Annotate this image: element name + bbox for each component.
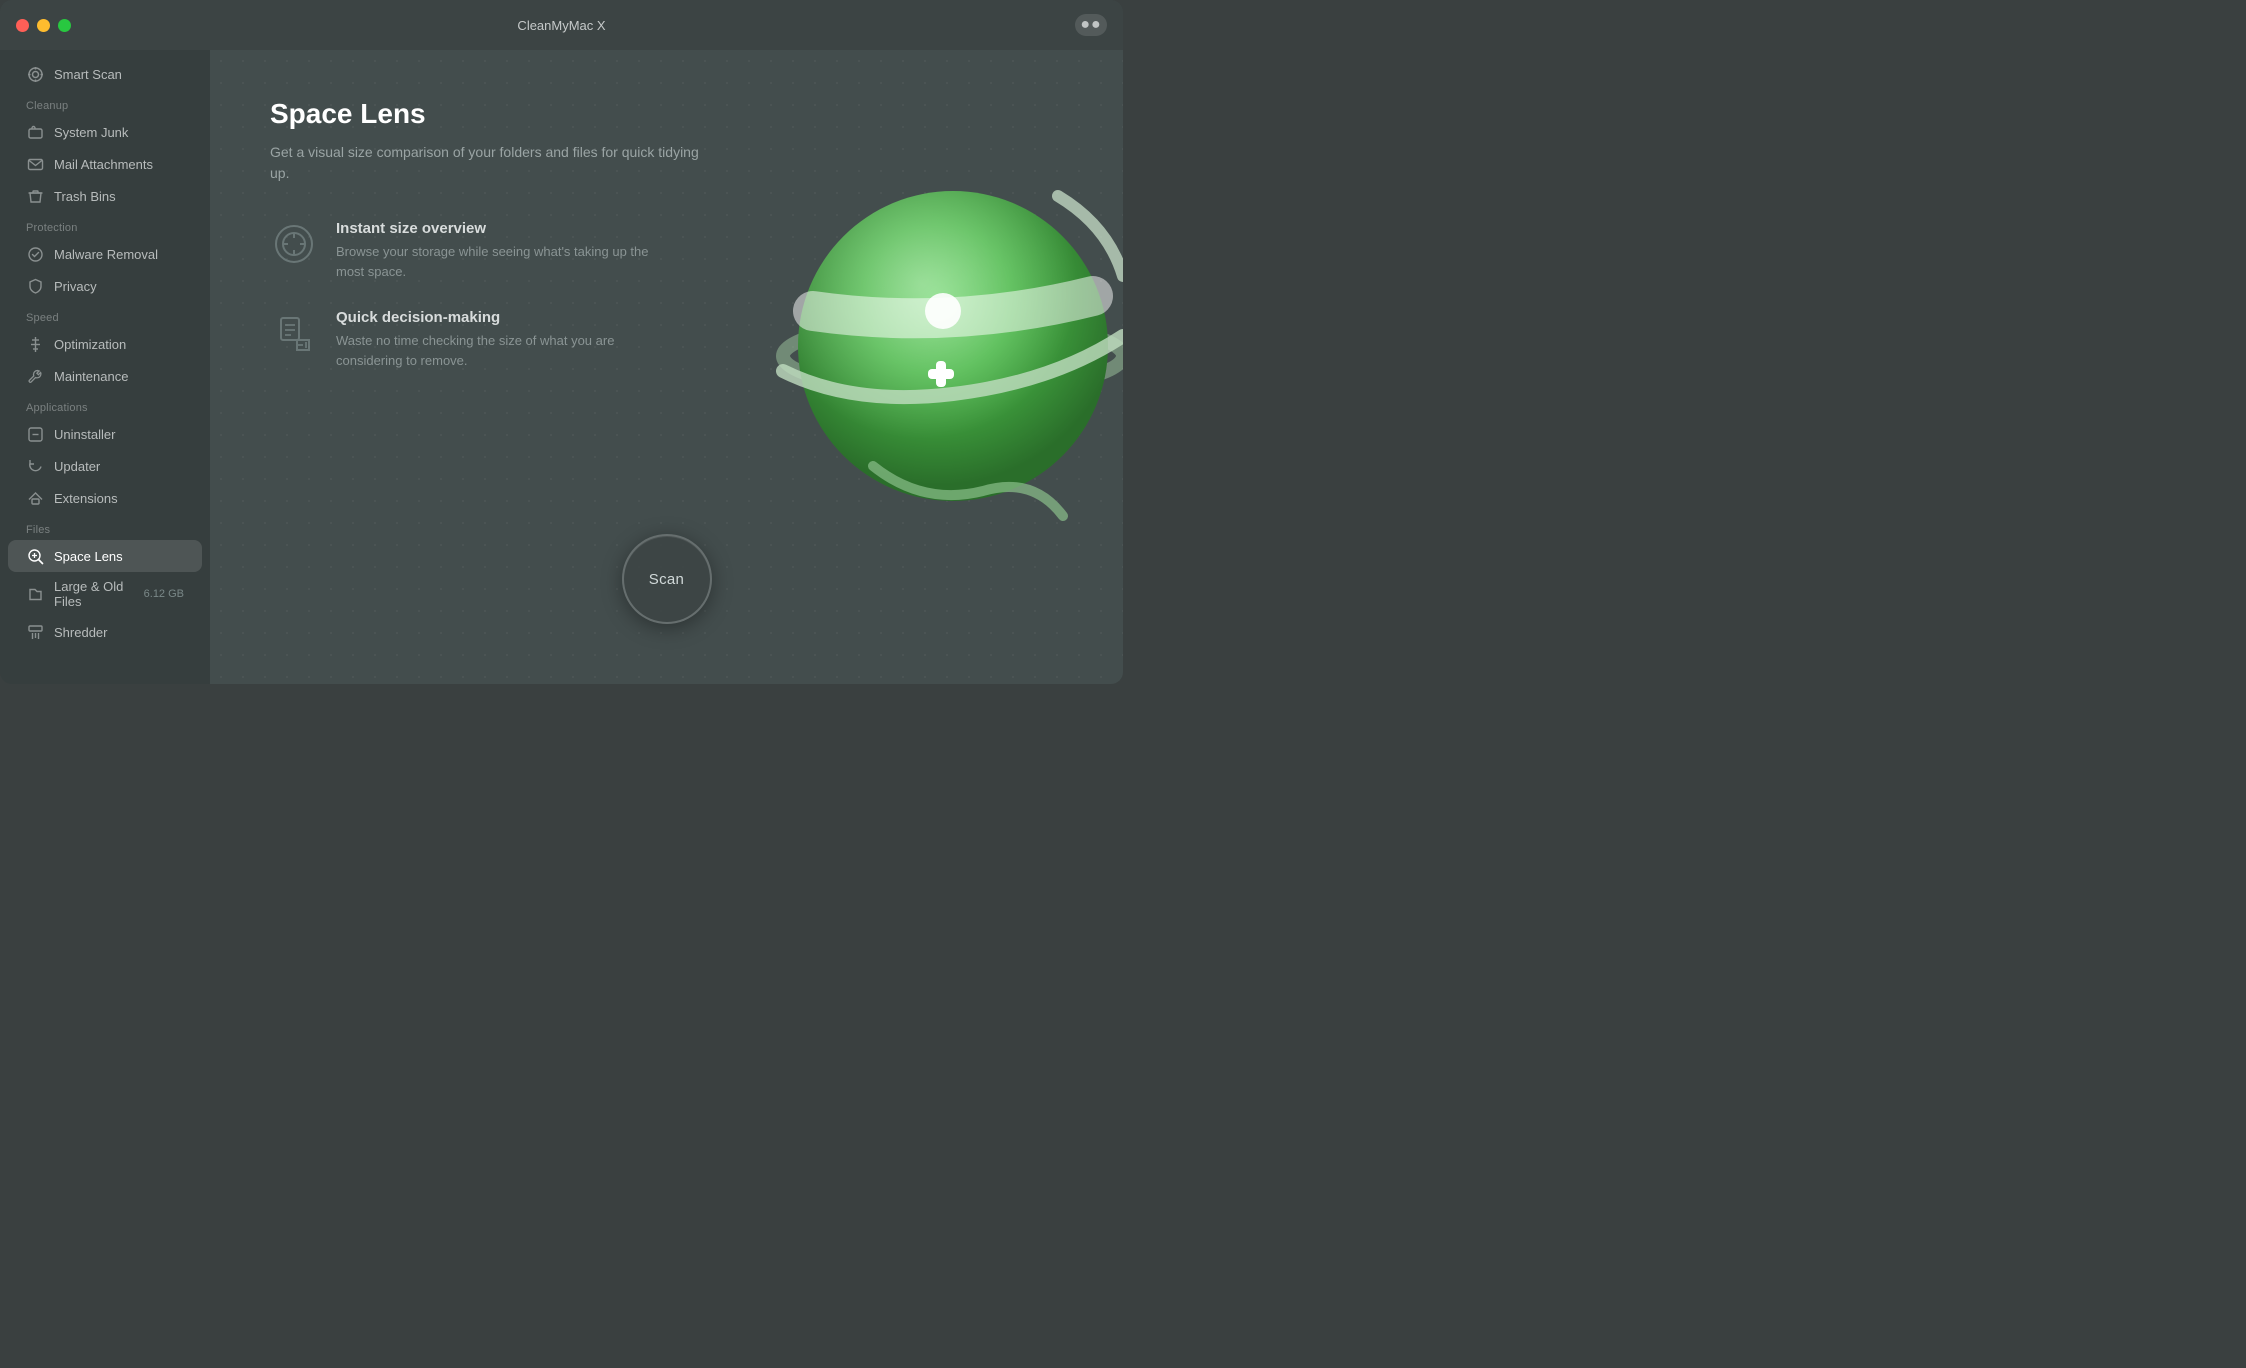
section-label-files: Files bbox=[0, 514, 210, 540]
privacy-icon bbox=[26, 277, 44, 295]
sidebar-label-mail-attachments: Mail Attachments bbox=[54, 157, 184, 172]
sidebar-label-system-junk: System Junk bbox=[54, 125, 184, 140]
feature-quick-decision: Quick decision-making Waste no time chec… bbox=[270, 309, 710, 370]
sidebar: Smart Scan Cleanup System Junk bbox=[0, 50, 210, 684]
trash-bins-icon bbox=[26, 187, 44, 205]
planet-illustration bbox=[753, 136, 1123, 556]
feature-instant-size: Instant size overview Browse your storag… bbox=[270, 220, 710, 281]
sidebar-label-shredder: Shredder bbox=[54, 625, 184, 640]
maximize-button[interactable] bbox=[58, 19, 71, 32]
sidebar-item-privacy[interactable]: Privacy bbox=[8, 270, 202, 302]
updater-icon bbox=[26, 457, 44, 475]
app-window: CleanMyMac X ●● Smart Sc bbox=[0, 0, 1123, 684]
scan-button[interactable]: Scan bbox=[622, 534, 712, 624]
system-junk-icon bbox=[26, 123, 44, 141]
content-area: Space Lens Get a visual size comparison … bbox=[210, 50, 1123, 684]
space-lens-icon bbox=[26, 547, 44, 565]
sidebar-label-privacy: Privacy bbox=[54, 279, 184, 294]
section-label-speed: Speed bbox=[0, 302, 210, 328]
page-title: Space Lens bbox=[270, 98, 710, 130]
section-label-applications: Applications bbox=[0, 392, 210, 418]
shredder-icon bbox=[26, 623, 44, 641]
more-options-button[interactable]: ●● bbox=[1075, 14, 1107, 36]
maintenance-icon bbox=[26, 367, 44, 385]
sidebar-label-space-lens: Space Lens bbox=[54, 549, 184, 564]
sidebar-item-malware-removal[interactable]: Malware Removal bbox=[8, 238, 202, 270]
sidebar-label-updater: Updater bbox=[54, 459, 184, 474]
sidebar-item-extensions[interactable]: Extensions bbox=[8, 482, 202, 514]
sidebar-item-shredder[interactable]: Shredder bbox=[8, 616, 202, 648]
feature-quick-decision-desc: Waste no time checking the size of what … bbox=[336, 331, 656, 370]
traffic-lights bbox=[16, 19, 71, 32]
titlebar: CleanMyMac X ●● bbox=[0, 0, 1123, 50]
sidebar-label-malware-removal: Malware Removal bbox=[54, 247, 184, 262]
large-old-files-icon bbox=[26, 585, 44, 603]
scan-button-wrap: Scan bbox=[622, 534, 712, 624]
sidebar-label-extensions: Extensions bbox=[54, 491, 184, 506]
sidebar-item-system-junk[interactable]: System Junk bbox=[8, 116, 202, 148]
sidebar-label-maintenance: Maintenance bbox=[54, 369, 184, 384]
minimize-button[interactable] bbox=[37, 19, 50, 32]
malware-removal-icon bbox=[26, 245, 44, 263]
page-subtitle: Get a visual size comparison of your fol… bbox=[270, 142, 710, 184]
sidebar-label-large-old-files: Large & Old Files bbox=[54, 579, 134, 609]
sidebar-item-maintenance[interactable]: Maintenance bbox=[8, 360, 202, 392]
sidebar-item-mail-attachments[interactable]: Mail Attachments bbox=[8, 148, 202, 180]
extensions-icon bbox=[26, 489, 44, 507]
sidebar-label-smart-scan: Smart Scan bbox=[54, 67, 184, 82]
sidebar-item-large-old-files[interactable]: Large & Old Files 6.12 GB bbox=[8, 572, 202, 616]
sidebar-item-space-lens[interactable]: Space Lens bbox=[8, 540, 202, 572]
section-label-protection: Protection bbox=[0, 212, 210, 238]
instant-size-icon bbox=[270, 220, 318, 268]
section-label-cleanup: Cleanup bbox=[0, 90, 210, 116]
window-title: CleanMyMac X bbox=[517, 18, 605, 33]
feature-quick-decision-title: Quick decision-making bbox=[336, 309, 656, 326]
sidebar-label-trash-bins: Trash Bins bbox=[54, 189, 184, 204]
sidebar-item-trash-bins[interactable]: Trash Bins bbox=[8, 180, 202, 212]
main-layout: Smart Scan Cleanup System Junk bbox=[0, 50, 1123, 684]
sidebar-label-optimization: Optimization bbox=[54, 337, 184, 352]
sidebar-item-smart-scan[interactable]: Smart Scan bbox=[8, 58, 202, 90]
sidebar-label-uninstaller: Uninstaller bbox=[54, 427, 184, 442]
close-button[interactable] bbox=[16, 19, 29, 32]
uninstaller-icon bbox=[26, 425, 44, 443]
mail-attachments-icon bbox=[26, 155, 44, 173]
smart-scan-icon bbox=[26, 65, 44, 83]
sidebar-item-uninstaller[interactable]: Uninstaller bbox=[8, 418, 202, 450]
content-main: Space Lens Get a visual size comparison … bbox=[270, 98, 710, 398]
feature-instant-size-desc: Browse your storage while seeing what's … bbox=[336, 242, 656, 281]
quick-decision-icon bbox=[270, 309, 318, 357]
optimization-icon bbox=[26, 335, 44, 353]
feature-instant-size-title: Instant size overview bbox=[336, 220, 656, 237]
sidebar-item-updater[interactable]: Updater bbox=[8, 450, 202, 482]
sidebar-item-optimization[interactable]: Optimization bbox=[8, 328, 202, 360]
titlebar-actions: ●● bbox=[1075, 14, 1107, 36]
large-old-files-badge: 6.12 GB bbox=[144, 588, 184, 600]
